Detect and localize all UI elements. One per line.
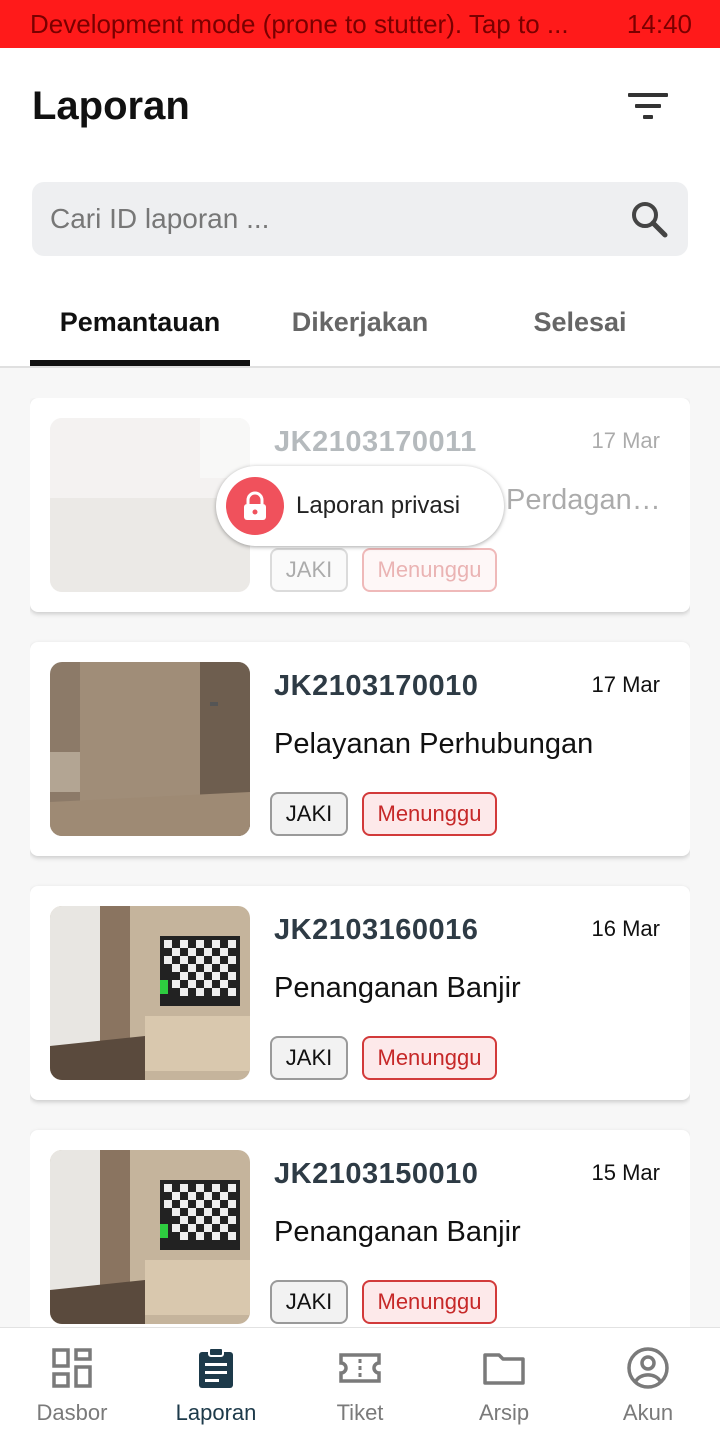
nav-laporan[interactable]: Laporan <box>144 1328 288 1440</box>
tab-dikerjakan[interactable]: Dikerjakan <box>250 278 470 366</box>
nav-dasbor[interactable]: Dasbor <box>0 1328 144 1440</box>
report-card[interactable]: JK2103150010 15 Mar Penanganan Banjir JA… <box>30 1130 690 1328</box>
report-id: JK2103170011 <box>274 426 477 458</box>
report-thumbnail <box>50 906 250 1080</box>
report-card[interactable]: JK2103170011 17 Mar Perdagangan JAKI Men… <box>30 398 690 612</box>
report-category: Perdagangan <box>506 484 676 516</box>
clock: 14:40 <box>626 8 692 39</box>
status-badge: Menunggu <box>362 792 497 836</box>
report-id: JK2103150010 <box>274 1158 479 1190</box>
filter-button[interactable] <box>620 78 676 134</box>
clipboard-icon <box>199 1347 233 1388</box>
nav-label: Akun <box>622 1400 674 1425</box>
report-category: Penanganan Banjir <box>274 1216 521 1248</box>
account-icon <box>627 1347 669 1389</box>
report-date: 15 Mar <box>591 1160 660 1185</box>
header: Laporan Pemantauan Dikerjakan Selesai <box>0 48 720 368</box>
nav-label: Laporan <box>175 1400 257 1425</box>
active-tab-indicator <box>30 360 250 366</box>
report-category: Penanganan Banjir <box>274 972 521 1004</box>
nav-label: Arsip <box>478 1400 530 1425</box>
folder-icon <box>483 1353 525 1385</box>
report-thumbnail <box>50 662 250 836</box>
report-list[interactable]: JK2103170011 17 Mar Perdagangan JAKI Men… <box>30 398 690 1328</box>
report-date: 16 Mar <box>591 916 660 941</box>
nav-arsip[interactable]: Arsip <box>432 1328 576 1440</box>
report-id: JK2103170010 <box>274 670 479 702</box>
report-date: 17 Mar <box>591 672 660 697</box>
report-card[interactable]: JK2103160016 16 Mar Penanganan Banjir JA… <box>30 886 690 1100</box>
status-badge: Menunggu <box>362 1280 497 1324</box>
nav-label: Tiket <box>336 1400 384 1425</box>
report-category: Pelayanan Perhubungan <box>274 728 594 760</box>
search-icon[interactable] <box>628 198 670 240</box>
report-card[interactable]: JK2103170010 17 Mar Pelayanan Perhubunga… <box>30 642 690 856</box>
dashboard-icon <box>52 1348 92 1388</box>
search-input[interactable] <box>50 182 610 256</box>
report-tabs: Pemantauan Dikerjakan Selesai <box>0 278 720 368</box>
status-badge: Menunggu <box>362 1036 497 1080</box>
report-id: JK2103160016 <box>274 914 479 946</box>
filter-icon <box>628 93 668 119</box>
source-badge: JAKI <box>270 548 348 592</box>
report-date: 17 Mar <box>591 428 660 453</box>
private-report-pill: Laporan privasi <box>216 466 504 546</box>
private-report-label: Laporan privasi <box>296 492 461 519</box>
nav-tiket[interactable]: Tiket <box>288 1328 432 1440</box>
source-badge: JAKI <box>270 792 348 836</box>
tab-pemantauan[interactable]: Pemantauan <box>30 278 250 366</box>
tab-selesai[interactable]: Selesai <box>470 278 690 366</box>
lock-icon <box>226 477 284 535</box>
search-bar <box>32 182 688 256</box>
bottom-navigation: Dasbor Laporan Tiket Arsip Akun <box>0 1327 720 1440</box>
nav-akun[interactable]: Akun <box>576 1328 720 1440</box>
source-badge: JAKI <box>270 1036 348 1080</box>
page-title: Laporan <box>32 84 190 128</box>
ticket-icon <box>339 1353 381 1383</box>
nav-label: Dasbor <box>36 1400 108 1425</box>
dev-mode-message: Development mode (prone to stutter). Tap… <box>30 8 569 39</box>
source-badge: JAKI <box>270 1280 348 1324</box>
dev-mode-status-bar[interactable]: Development mode (prone to stutter). Tap… <box>0 0 720 48</box>
status-badge: Menunggu <box>362 548 497 592</box>
report-thumbnail <box>50 1150 250 1324</box>
